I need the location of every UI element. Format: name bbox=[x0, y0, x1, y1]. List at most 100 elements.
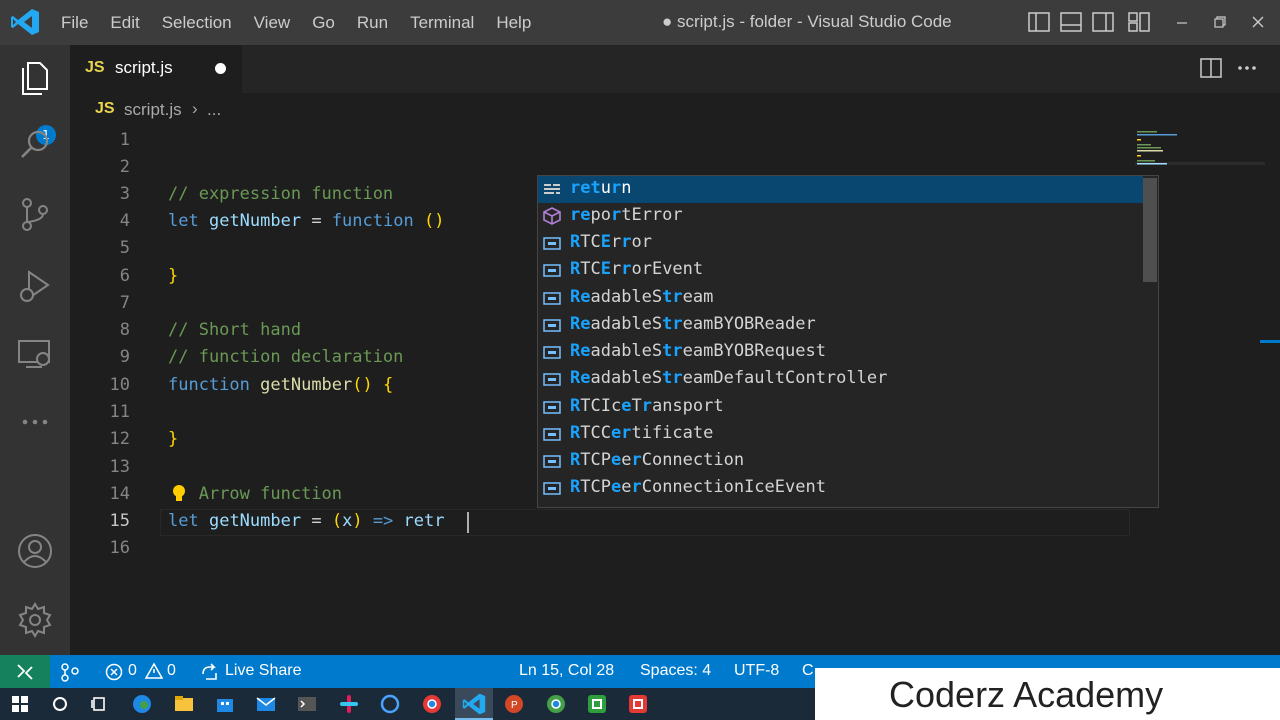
suggestion-item[interactable]: ReadableStreamBYOBReader bbox=[538, 312, 1143, 339]
edge-browser-icon[interactable] bbox=[130, 692, 154, 716]
search-icon[interactable] bbox=[16, 126, 54, 164]
task-view-icon[interactable] bbox=[88, 692, 112, 716]
camtasia-red-icon[interactable] bbox=[626, 692, 650, 716]
activity-bar: 1 bbox=[0, 45, 70, 655]
warning-count[interactable]: 0 bbox=[167, 662, 176, 680]
store-icon[interactable] bbox=[213, 692, 237, 716]
javascript-file-icon: JS bbox=[85, 59, 105, 76]
remote-indicator[interactable] bbox=[0, 655, 50, 688]
editor-scrollbar[interactable] bbox=[1260, 127, 1280, 655]
code-line: } bbox=[168, 429, 179, 449]
cursor-position[interactable]: Ln 15, Col 28 bbox=[519, 662, 614, 680]
more-icon[interactable] bbox=[16, 403, 54, 441]
suggestion-item[interactable]: reportError bbox=[538, 203, 1143, 230]
file-explorer-icon[interactable] bbox=[172, 692, 196, 716]
app-icon[interactable] bbox=[378, 692, 402, 716]
line-number: 2 bbox=[119, 157, 130, 177]
code-line: let getNumber = function () bbox=[168, 211, 445, 231]
suggestion-label: ReadableStreamBYOBReader bbox=[570, 314, 816, 334]
slack-icon[interactable] bbox=[337, 692, 361, 716]
error-icon[interactable] bbox=[105, 663, 123, 681]
suggestion-item[interactable]: RTCPeerConnection bbox=[538, 448, 1143, 475]
mail-icon[interactable] bbox=[254, 692, 278, 716]
line-number: 8 bbox=[119, 320, 130, 340]
explorer-icon[interactable] bbox=[16, 59, 54, 97]
breadcrumb-file[interactable]: script.js bbox=[124, 100, 182, 120]
breadcrumb-more[interactable]: ... bbox=[207, 100, 221, 120]
status-item[interactable]: C bbox=[802, 662, 814, 680]
error-count[interactable]: 0 bbox=[128, 662, 137, 680]
tab-script-js[interactable]: JS script.js bbox=[70, 45, 242, 93]
source-control-icon[interactable] bbox=[16, 195, 54, 233]
variable-icon bbox=[543, 292, 561, 305]
window-title: ● script.js - folder - Visual Studio Cod… bbox=[662, 12, 952, 31]
suggestion-item[interactable]: RTCError bbox=[538, 230, 1143, 257]
toggle-panel-icon[interactable] bbox=[1060, 12, 1082, 32]
unsaved-dot-icon[interactable] bbox=[215, 63, 226, 74]
toggle-secondary-sidebar-icon[interactable] bbox=[1092, 12, 1114, 32]
suggestion-item[interactable]: RTCIceTransport bbox=[538, 394, 1143, 421]
live-share-icon[interactable] bbox=[200, 662, 220, 682]
more-actions-icon[interactable] bbox=[1236, 58, 1258, 78]
suggestion-item[interactable]: ReadableStreamDefaultController bbox=[538, 366, 1143, 393]
variable-icon bbox=[543, 373, 561, 386]
code-line: // function declaration bbox=[168, 347, 404, 367]
code-line: // Short hand bbox=[168, 320, 302, 340]
split-editor-icon[interactable] bbox=[1200, 58, 1222, 78]
customize-layout-icon[interactable] bbox=[1128, 12, 1150, 32]
close-icon[interactable] bbox=[1252, 12, 1264, 32]
encoding[interactable]: UTF-8 bbox=[734, 662, 779, 680]
watermark-text: Coderz Academy bbox=[889, 674, 1164, 715]
suggestion-item[interactable]: ReadableStreamBYOBRequest bbox=[538, 339, 1143, 366]
suggestion-label: ReadableStreamDefaultController bbox=[570, 368, 888, 388]
suggestion-label: RTCError bbox=[570, 232, 652, 252]
run-debug-icon[interactable] bbox=[16, 267, 54, 305]
minimize-icon[interactable] bbox=[1176, 12, 1188, 32]
svg-text:P: P bbox=[511, 700, 518, 711]
menu-selection[interactable]: Selection bbox=[151, 13, 243, 33]
menu-file[interactable]: File bbox=[50, 13, 99, 33]
menu-help[interactable]: Help bbox=[485, 13, 542, 33]
line-number: 4 bbox=[119, 211, 130, 231]
accounts-icon[interactable] bbox=[16, 532, 54, 570]
restore-icon[interactable] bbox=[1214, 12, 1226, 32]
windows-start-icon[interactable] bbox=[8, 692, 32, 716]
code-editor[interactable]: 1 2 3 4 5 6 7 8 9 10 11 12 13 14 15 16 /… bbox=[70, 127, 1280, 655]
search-icon[interactable] bbox=[48, 692, 72, 716]
suggestion-label: RTCCertificate bbox=[570, 423, 714, 443]
port-forward-icon[interactable] bbox=[60, 662, 80, 682]
chrome-icon[interactable] bbox=[544, 692, 568, 716]
menu-terminal[interactable]: Terminal bbox=[399, 13, 485, 33]
remote-icon bbox=[17, 664, 33, 680]
layout-controls bbox=[1028, 10, 1264, 34]
terminal-app-icon[interactable] bbox=[295, 692, 319, 716]
suggestion-item[interactable]: RTCPeerConnectionIceEvent bbox=[538, 475, 1143, 502]
indentation[interactable]: Spaces: 4 bbox=[640, 662, 711, 680]
menu-run[interactable]: Run bbox=[346, 13, 399, 33]
remote-explorer-icon[interactable] bbox=[16, 335, 54, 373]
menu-go[interactable]: Go bbox=[301, 13, 346, 33]
suggestion-label: ReadableStream bbox=[570, 287, 714, 307]
suggestion-scrollbar[interactable] bbox=[1143, 178, 1157, 282]
suggestion-item[interactable]: ReadableStream bbox=[538, 285, 1143, 312]
suggestion-label: RTCErrorEvent bbox=[570, 259, 704, 279]
suggestion-item[interactable]: RTCCertificate bbox=[538, 421, 1143, 448]
line-number: 10 bbox=[109, 375, 130, 395]
settings-gear-icon[interactable] bbox=[16, 601, 54, 639]
suggestion-item[interactable]: RTCErrorEvent bbox=[538, 257, 1143, 284]
code-line: Arrow function bbox=[198, 484, 343, 504]
chrome-icon[interactable] bbox=[420, 692, 444, 716]
menu-bar: File Edit Selection View Go Run Terminal… bbox=[50, 0, 542, 45]
watermark-overlay: Coderz Academy bbox=[815, 668, 1280, 720]
live-share-label[interactable]: Live Share bbox=[225, 662, 302, 680]
toggle-sidebar-icon[interactable] bbox=[1028, 12, 1050, 32]
suggestion-item[interactable]: return bbox=[538, 176, 1143, 203]
lightbulb-icon[interactable] bbox=[171, 484, 187, 504]
warning-icon[interactable] bbox=[144, 662, 164, 680]
menu-edit[interactable]: Edit bbox=[99, 13, 150, 33]
menu-view[interactable]: View bbox=[243, 13, 302, 33]
camtasia-green-icon[interactable] bbox=[585, 692, 609, 716]
taskbar-active-item[interactable] bbox=[455, 688, 493, 720]
variable-icon bbox=[543, 482, 561, 495]
powerpoint-icon[interactable]: P bbox=[502, 692, 526, 716]
